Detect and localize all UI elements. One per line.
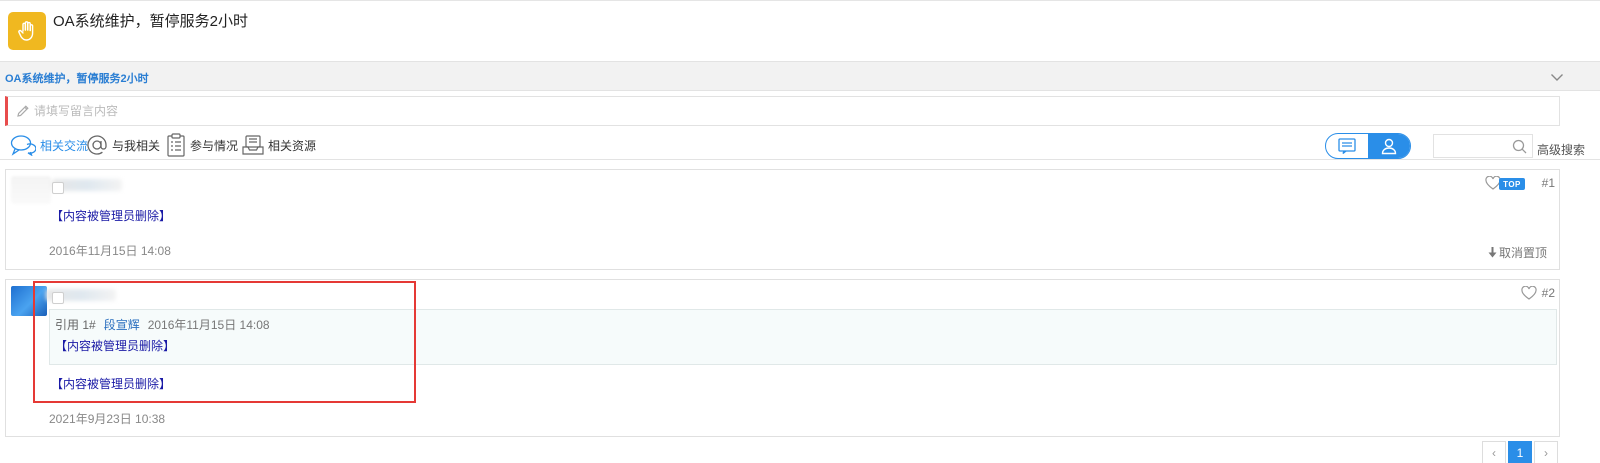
clipboard-icon [167,133,185,157]
tab-label: 与我相关 [112,138,161,153]
tab-related-resources[interactable]: 相关资源 [242,132,316,158]
tray-icon [242,135,264,155]
untop-label: 取消置顶 [1498,246,1547,260]
tab-related-to-me[interactable]: 与我相关 [86,132,160,158]
post-content: 【内容被管理员删除】 [51,377,172,391]
chevron-down-icon[interactable] [1550,70,1564,84]
chat-bubbles-icon [10,135,36,156]
tab-bar: 相关交流 与我相关 参与情况 相关资源 高级搜索 [0,130,1600,160]
pencil-icon [17,105,29,117]
avatar[interactable] [11,286,47,316]
post-item: 引用 1# 段宣辉 2016年11月15日 14:08 【内容被管理员删除】 【内容… [5,279,1560,437]
quote-time: 2016年11月15日 14:08 [147,318,270,332]
at-sign-icon [87,135,107,155]
search-box[interactable] [1433,134,1533,158]
search-icon[interactable] [1512,139,1527,154]
tab-label: 相关资源 [268,138,317,153]
post-content: 【内容被管理员删除】 [51,209,172,223]
select-checkbox[interactable] [52,292,64,304]
quote-content: 【内容被管理员删除】 [55,339,176,353]
section-bar[interactable]: OA系统维护，暂停服务2小时 [0,61,1600,91]
tab-participation[interactable]: 参与情况 [166,132,238,158]
search-input[interactable] [1438,137,1508,155]
hand-stop-icon [8,12,46,50]
next-page-button[interactable]: › [1534,441,1558,463]
heart-icon[interactable] [1521,286,1537,300]
user-view-icon [1381,138,1397,155]
post-item: 【内容被管理员删除】 2016年11月15日 14:08 TOP #1 取消置顶 [5,169,1560,270]
quote-ref: 引用 1# [55,318,96,332]
top-badge: TOP [1499,178,1525,190]
arrow-down-icon [1488,247,1497,258]
tab-label: 相关交流 [40,138,89,153]
page-button-current[interactable]: 1 [1508,441,1532,463]
notice-header: OA系统维护，暂停服务2小时 [0,0,1600,61]
avatar[interactable] [11,176,51,204]
user-view-button[interactable] [1368,134,1410,158]
post-time: 2016年11月15日 14:08 [49,244,171,258]
post-time: 2021年9月23日 10:38 [49,412,166,426]
view-toggle[interactable] [1325,133,1411,159]
list-view-button[interactable] [1326,134,1368,158]
tab-related-discussion[interactable]: 相关交流 [10,132,88,158]
floor-number: #2 [1541,286,1555,300]
prev-page-button[interactable]: ‹ [1482,441,1506,463]
section-title: OA系统维护，暂停服务2小时 [5,73,149,85]
quote-block: 引用 1# 段宣辉 2016年11月15日 14:08 【内容被管理员删除】 [49,309,1557,365]
advanced-search-link[interactable]: 高级搜索 [1537,141,1585,158]
pagination: ‹ 1 › [1482,441,1558,463]
page-title: OA系统维护，暂停服务2小时 [53,13,249,30]
message-input-box[interactable] [5,96,1560,126]
floor-number: #1 [1541,176,1555,190]
tab-label: 参与情况 [190,138,239,153]
quote-header: 引用 1# 段宣辉 2016年11月15日 14:08 [55,316,270,333]
select-checkbox[interactable] [52,182,64,194]
untop-button[interactable]: 取消置顶 [1488,244,1547,261]
quote-author-link[interactable]: 段宣辉 [104,318,140,332]
message-input[interactable] [34,101,1434,121]
list-view-icon [1338,138,1356,154]
